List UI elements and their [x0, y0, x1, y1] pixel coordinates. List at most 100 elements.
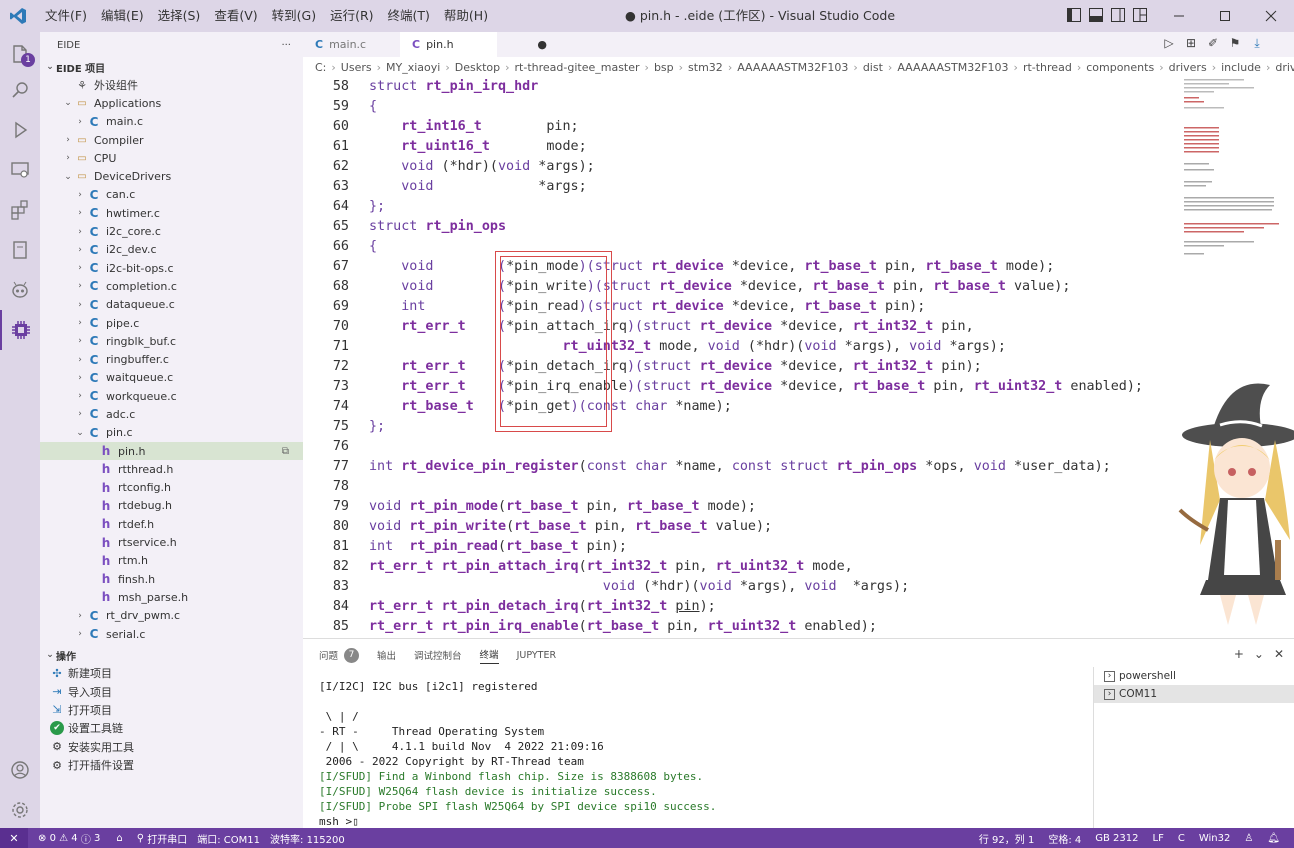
panel-tab[interactable]: 终端 [479, 647, 499, 664]
terminal-instance[interactable]: › powershell [1094, 667, 1294, 685]
menu-item[interactable]: 编辑(E) [94, 0, 151, 32]
menu-item[interactable]: 转到(G) [265, 0, 323, 32]
twistie-icon[interactable]: › [74, 227, 86, 237]
close-icon[interactable] [1248, 0, 1294, 32]
tree-item[interactable]: ⌄ ▭ Applications [40, 94, 303, 112]
more-actions-icon[interactable]: ··· [281, 40, 291, 51]
menu-item[interactable]: 文件(F) [38, 0, 94, 32]
panel-tab[interactable]: 输出 [377, 648, 396, 662]
code-line[interactable]: 63 void *args; [303, 177, 1173, 197]
code-line[interactable]: 84 rt_err_t rt_pin_detach_irq(rt_int32_t … [303, 597, 1173, 617]
code-line[interactable]: 85 rt_err_t rt_pin_irq_enable(rt_base_t p… [303, 617, 1173, 637]
toggle-sidebar-icon[interactable] [1066, 6, 1082, 24]
terminal-dropdown-icon[interactable]: ⌄ [1254, 647, 1264, 661]
code-line[interactable]: 71 rt_uint32_t mode, void (*hdr)(void *a… [303, 337, 1173, 357]
twistie-icon[interactable]: ⌄ [74, 428, 86, 438]
twistie-icon[interactable]: › [74, 409, 86, 419]
open-port-button[interactable]: ⚲ 打开串口 [137, 831, 188, 846]
breadcrumb-item[interactable]: rt-thread-gitee_master [515, 61, 640, 74]
twistie-icon[interactable]: › [62, 153, 74, 163]
code-line[interactable]: 67 void (*pin_mode)(struct rt_device *de… [303, 257, 1173, 277]
twistie-icon[interactable]: › [74, 190, 86, 200]
port-status[interactable]: 端口: COM11 [197, 831, 260, 846]
tree-item[interactable]: › Ccan.c [40, 186, 303, 204]
tree-item[interactable]: h finsh.h [40, 570, 303, 588]
panel-tab[interactable]: 问题 7 [319, 647, 360, 663]
tree-item[interactable]: h rtdef.h [40, 515, 303, 533]
run-debug-icon[interactable] [0, 110, 40, 150]
code-line[interactable]: 64}; [303, 197, 1173, 217]
account-icon[interactable] [0, 750, 40, 790]
twistie-icon[interactable]: › [74, 355, 86, 365]
baud-status[interactable]: 波特率: 115200 [270, 831, 345, 846]
code-view[interactable]: 58 struct rt_pin_irq_hdr 59 {60 rt_int16_t … [303, 77, 1173, 638]
tree-item[interactable]: ⌄ Cpin.c [40, 424, 303, 442]
code-line[interactable]: 70 rt_err_t (*pin_attach_irq)(struct rt_… [303, 317, 1173, 337]
twistie-icon[interactable]: ⌄ [62, 172, 74, 182]
terminal-instance[interactable]: › COM11 [1094, 685, 1294, 703]
code-line[interactable]: 75}; [303, 417, 1173, 437]
breadcrumb-item[interactable]: rt-thread [1023, 61, 1072, 74]
menu-item[interactable]: 选择(S) [151, 0, 208, 32]
build-icon[interactable]: ⊞ [1184, 36, 1198, 51]
breadcrumb-item[interactable]: bsp [654, 61, 674, 74]
terminal-output[interactable]: [I/I2C] I2C bus [i2c1] registered \ | / -… [319, 679, 1089, 829]
settings-gear-icon[interactable] [0, 790, 40, 830]
code-line[interactable]: 59 { [303, 97, 1173, 117]
twistie-icon[interactable]: › [74, 611, 86, 621]
code-line[interactable]: 74 rt_base_t (*pin_get)(const char *name… [303, 397, 1173, 417]
flash-icon[interactable]: ⚑ [1228, 36, 1242, 51]
menu-item[interactable]: 运行(R) [323, 0, 380, 32]
operations-header[interactable]: ⌄ 操作 [40, 646, 303, 664]
code-line[interactable]: 80 void rt_pin_write(rt_base_t pin, rt_ba… [303, 517, 1173, 537]
tree-item[interactable]: h rtm.h [40, 552, 303, 570]
tree-item[interactable]: h rtdebug.h [40, 497, 303, 515]
twistie-icon[interactable]: › [74, 336, 86, 346]
twistie-icon[interactable]: › [74, 117, 86, 127]
breadcrumb-item[interactable]: dist [863, 61, 883, 74]
tree-item[interactable]: › ▭ CPU [40, 149, 303, 167]
clean-icon[interactable]: ✐ [1206, 36, 1220, 51]
panel-tab[interactable]: JUPYTER [517, 650, 556, 661]
eide-project-section[interactable]: ⌄ EIDE 项目 [40, 58, 303, 76]
twistie-icon[interactable]: › [74, 318, 86, 328]
customize-layout-icon[interactable] [1132, 6, 1148, 24]
toggle-panel-icon[interactable] [1088, 6, 1104, 24]
code-line[interactable]: 61 rt_uint16_t mode; [303, 137, 1173, 157]
tree-item[interactable]: › ▭ Compiler [40, 131, 303, 149]
tree-item[interactable]: › Ci2c_core.c [40, 222, 303, 240]
operation-item[interactable]: ⚙ 安装实用工具 [40, 738, 303, 756]
tree-item[interactable]: h msh_parse.h [40, 588, 303, 606]
operation-item[interactable]: ⇲ 打开项目 [40, 701, 303, 719]
breadcrumb-item[interactable]: stm32 [688, 61, 723, 74]
menu-item[interactable]: 查看(V) [207, 0, 264, 32]
platform[interactable]: Win32 [1199, 833, 1231, 844]
minimap[interactable] [1178, 77, 1288, 267]
code-line[interactable]: 68 void (*pin_write)(struct rt_device *d… [303, 277, 1173, 297]
code-line[interactable]: 58 struct rt_pin_irq_hdr [303, 77, 1173, 97]
breadcrumb-item[interactable]: drivers [1275, 61, 1294, 74]
toggle-secondary-sidebar-icon[interactable] [1110, 6, 1126, 24]
code-line[interactable]: 73 rt_err_t (*pin_irq_enable)(struct rt_… [303, 377, 1173, 397]
code-line[interactable]: 77 int rt_device_pin_register(const char … [303, 457, 1173, 477]
download-icon[interactable]: ⤓ [1250, 36, 1264, 51]
tree-item[interactable]: › Ci2c_dev.c [40, 241, 303, 259]
tree-item[interactable]: ⚘ 外设组件 [40, 76, 303, 94]
tree-item[interactable]: › Crt_drv_pwm.c [40, 607, 303, 625]
breadcrumb-item[interactable]: drivers [1169, 61, 1207, 74]
home-icon[interactable]: ⌂ [116, 833, 122, 844]
breadcrumb-item[interactable]: Desktop [455, 61, 500, 74]
unsaved-dot-icon[interactable]: ● [537, 38, 547, 51]
language-mode[interactable]: C [1178, 833, 1185, 844]
cursor-position[interactable]: 行 92，列 1 [979, 831, 1034, 846]
tree-item[interactable]: ⌄ ▭ DeviceDrivers [40, 167, 303, 185]
menu-item[interactable]: 帮助(H) [437, 0, 495, 32]
open-editor-icon[interactable]: ⧉ [282, 446, 289, 457]
twistie-icon[interactable]: ⌄ [62, 98, 74, 108]
tree-item[interactable]: › Cringblk_buf.c [40, 332, 303, 350]
breadcrumb-item[interactable]: C: [315, 61, 326, 74]
remote-explorer-icon[interactable] [0, 150, 40, 190]
breadcrumb-item[interactable]: components [1086, 61, 1154, 74]
tree-item[interactable]: › Cringbuffer.c [40, 350, 303, 368]
twistie-icon[interactable]: › [74, 391, 86, 401]
